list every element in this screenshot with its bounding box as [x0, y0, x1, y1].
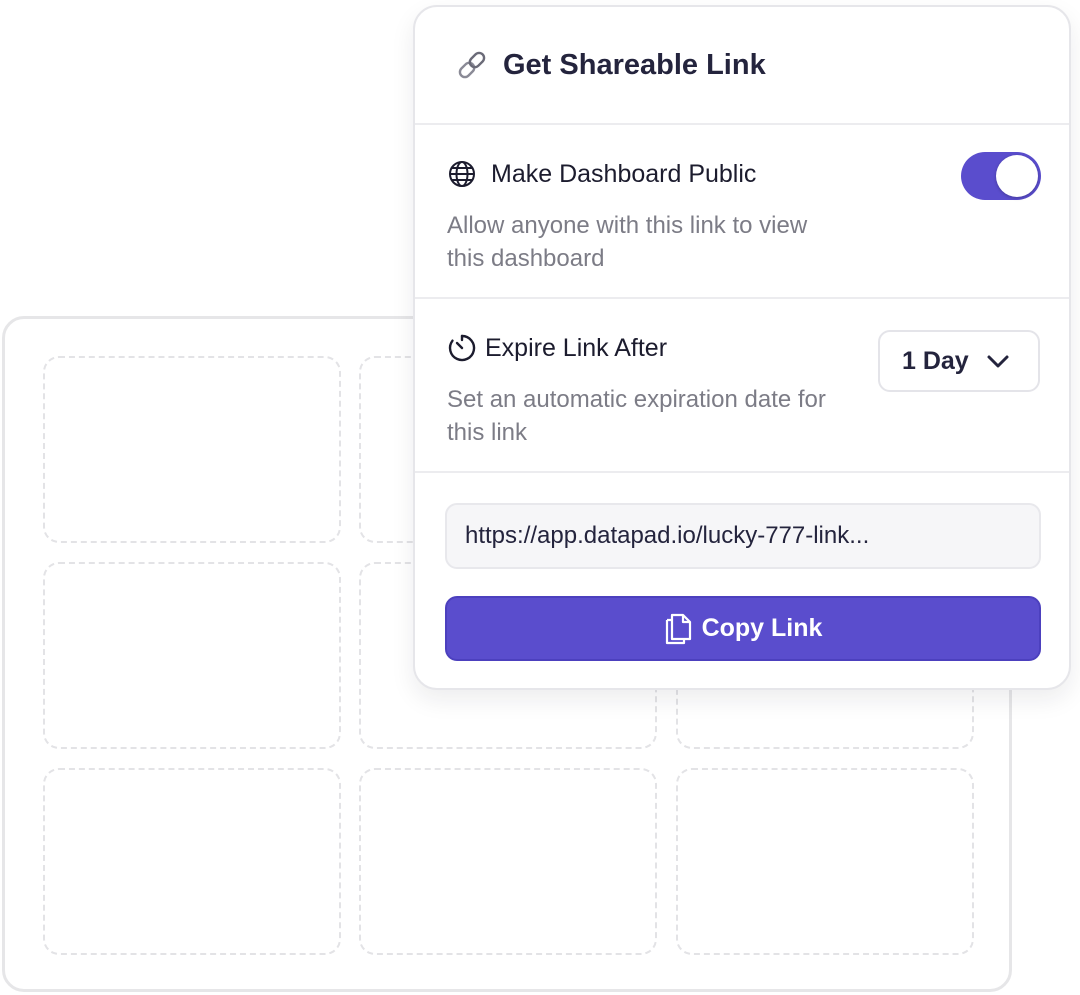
dashboard-tile-placeholder — [43, 768, 341, 955]
public-section: Make Dashboard Public Allow anyone with … — [415, 125, 1069, 299]
expire-label: Expire Link After — [485, 333, 668, 362]
dashboard-tile-placeholder — [676, 768, 974, 955]
share-url-field[interactable] — [445, 503, 1041, 569]
toggle-knob — [996, 155, 1038, 197]
popover-header: Get Shareable Link — [415, 7, 1069, 125]
public-heading: Make Dashboard Public — [447, 159, 756, 189]
timer-icon — [448, 334, 476, 362]
public-description: Allow anyone with this link to view this… — [447, 212, 808, 272]
link-icon — [458, 51, 486, 79]
stage: Get Shareable Link Make Dashboard Public… — [0, 0, 1080, 995]
public-label: Make Dashboard Public — [491, 159, 757, 188]
popover-title: Get Shareable Link — [503, 48, 766, 81]
copy-link-label: Copy Link — [701, 614, 823, 642]
dashboard-tile-placeholder — [43, 562, 341, 749]
public-toggle[interactable] — [961, 152, 1041, 200]
copy-icon — [665, 613, 691, 644]
expire-heading: Expire Link After — [447, 333, 667, 363]
dashboard-tile-placeholder — [43, 356, 341, 543]
globe-icon — [449, 161, 475, 187]
expire-duration-value: 1 Day — [902, 346, 969, 375]
expire-duration-select[interactable]: 1 Day — [878, 330, 1040, 392]
chevron-down-icon — [987, 355, 1009, 368]
expire-section: Expire Link After Set an automatic expir… — [415, 299, 1069, 473]
copy-link-button[interactable]: Copy Link — [445, 596, 1041, 661]
share-link-popover: Get Shareable Link Make Dashboard Public… — [413, 5, 1071, 690]
dashboard-tile-placeholder — [359, 768, 657, 955]
expire-description: Set an automatic expiration date for thi… — [447, 386, 826, 446]
